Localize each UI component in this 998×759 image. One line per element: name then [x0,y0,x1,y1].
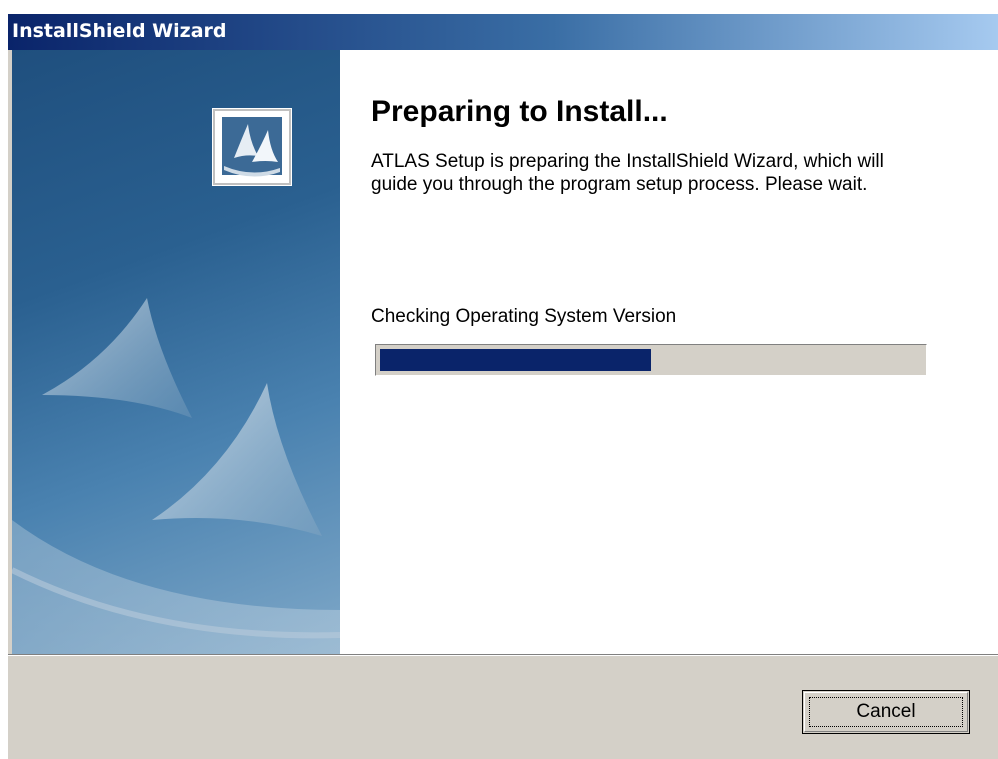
progress-bar [375,344,927,376]
wizard-side-banner [12,50,340,654]
cancel-button[interactable]: Cancel [802,690,970,734]
wizard-content-panel: Preparing to Install... ATLAS Setup is p… [340,50,998,654]
installshield-logo-icon [212,108,292,186]
progress-bar-fill [380,349,651,371]
installshield-wizard-window: InstallShield Wizard Preparing to Instal… [7,13,998,759]
title-bar[interactable]: InstallShield Wizard [8,14,998,50]
window-title: InstallShield Wizard [12,20,227,42]
page-title: Preparing to Install... [371,95,668,128]
description-text: ATLAS Setup is preparing the InstallShie… [371,151,884,195]
status-text: Checking Operating System Version [371,306,677,327]
footer-divider [8,654,998,656]
cancel-button-label: Cancel [856,701,916,722]
